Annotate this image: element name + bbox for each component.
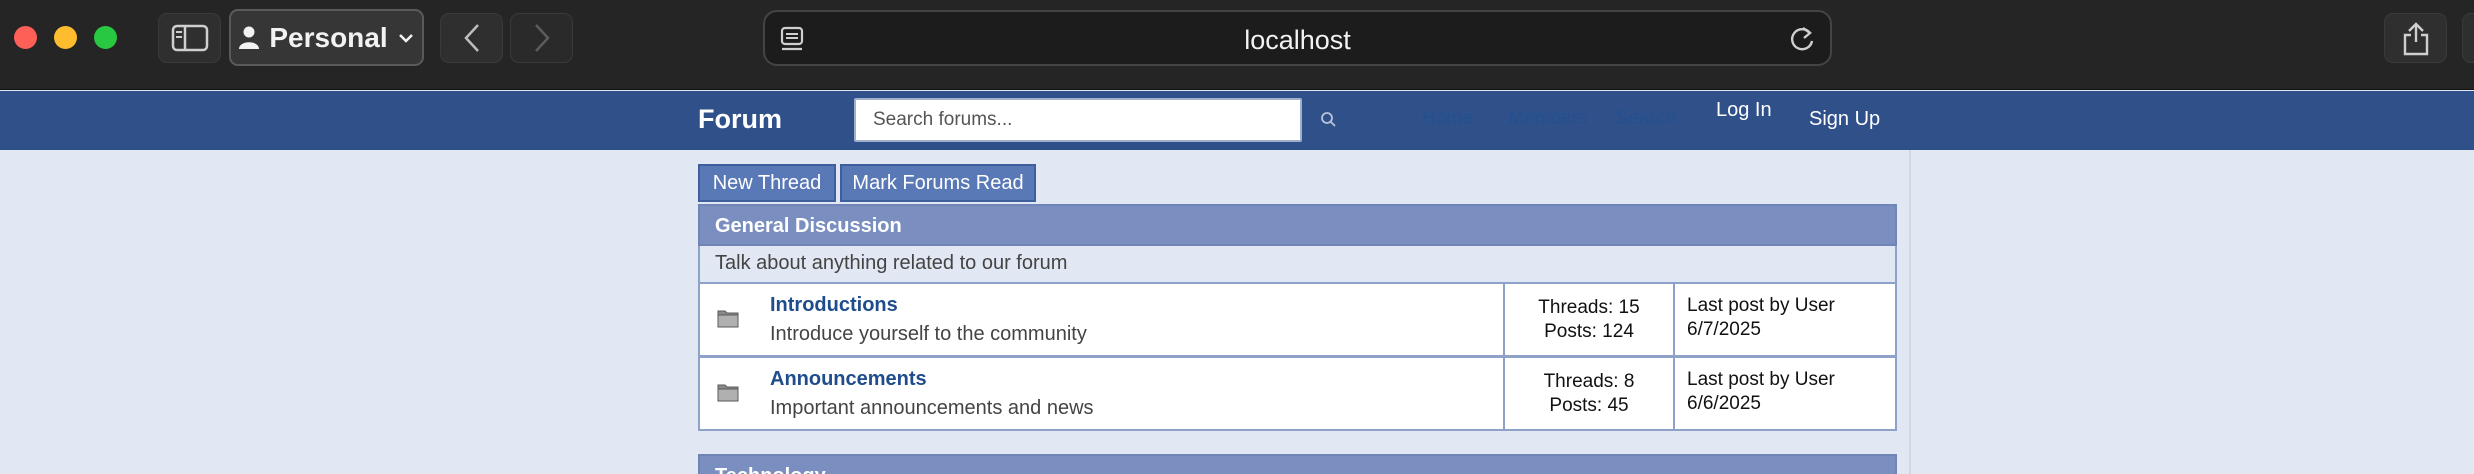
nav-search-link[interactable]: Search	[1616, 108, 1676, 130]
forward-button[interactable]	[510, 13, 573, 63]
share-icon	[2403, 22, 2428, 56]
new-thread-button[interactable]: New Thread	[698, 164, 836, 202]
minimize-window-button[interactable]	[54, 26, 77, 49]
last-post: Last post by User 6/7/2025	[1687, 294, 1835, 342]
forum-title-link[interactable]: Announcements	[770, 368, 927, 391]
folder-icon	[717, 310, 739, 328]
last-post-date: 6/6/2025	[1687, 393, 1761, 414]
search-input[interactable]	[854, 98, 1302, 142]
person-icon	[239, 26, 260, 49]
url-text: localhost	[1244, 25, 1351, 55]
last-post-author[interactable]: Last post by User	[1687, 368, 1835, 392]
forum-stats: Threads: 8 Posts: 45	[1503, 358, 1675, 429]
forum-row: Announcements Important announcements an…	[698, 356, 1897, 431]
mark-forums-read-button[interactable]: Mark Forums Read	[840, 164, 1036, 202]
signup-link[interactable]: Sign Up	[1809, 108, 1880, 131]
sidebar-toggle-button[interactable]	[158, 13, 221, 63]
forum-title-link[interactable]: Introductions	[770, 294, 898, 317]
thread-count: Threads: 8	[1543, 371, 1635, 392]
profile-button[interactable]: Personal	[229, 9, 424, 66]
address-bar[interactable]: localhost	[763, 10, 1832, 66]
chevron-right-icon	[534, 24, 550, 52]
share-button[interactable]	[2384, 13, 2447, 63]
forum-row: Introductions Introduce yourself to the …	[698, 282, 1897, 357]
close-window-button[interactable]	[14, 26, 37, 49]
profile-label: Personal	[269, 21, 388, 53]
category-header: General Discussion	[698, 204, 1897, 246]
browser-toolbar: Personal localhost	[0, 0, 2474, 90]
last-post-author[interactable]: Last post by User	[1687, 294, 1835, 318]
post-count: Posts: 124	[1544, 321, 1634, 342]
forum-description: Introduce yourself to the community	[770, 323, 1087, 345]
sidebar-icon	[171, 24, 208, 52]
forum-stats: Threads: 15 Posts: 124	[1503, 284, 1675, 355]
folder-icon	[717, 384, 739, 402]
thread-count: Threads: 15	[1538, 297, 1640, 318]
chevron-left-icon	[463, 24, 479, 52]
back-button[interactable]	[440, 13, 503, 63]
forum-logo[interactable]: Forum	[698, 104, 782, 135]
category-header: Technology	[698, 454, 1897, 474]
forum-description: Important announcements and news	[770, 397, 1094, 419]
search-icon[interactable]	[1320, 111, 1338, 129]
last-post: Last post by User 6/6/2025	[1687, 368, 1835, 416]
nav-home-link[interactable]: Home	[1422, 108, 1473, 130]
category-description: Talk about anything related to our forum	[698, 246, 1897, 282]
login-link[interactable]: Log In	[1716, 99, 1772, 122]
nav-members-link[interactable]: Members	[1508, 108, 1587, 130]
chevron-down-icon	[398, 33, 413, 43]
maximize-window-button[interactable]	[94, 26, 117, 49]
reload-icon[interactable]	[1788, 24, 1816, 54]
post-count: Posts: 45	[1549, 395, 1629, 416]
forum-header: Forum Home Members Search Log In Sign Up	[0, 91, 2474, 150]
last-post-date: 6/7/2025	[1687, 319, 1761, 340]
tabs-button[interactable]	[2462, 13, 2474, 63]
